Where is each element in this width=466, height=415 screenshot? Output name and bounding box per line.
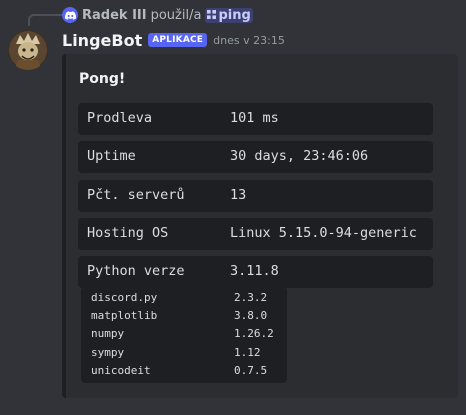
library-version: 3.8.0 — [234, 309, 268, 322]
reply-user-name[interactable]: Radek III — [82, 8, 147, 23]
field-value: 3.11.8 — [230, 263, 279, 279]
field-key: Pčt. serverů — [87, 187, 185, 203]
field-key: Python verze — [87, 263, 185, 279]
embed: Pong! Prodleva 101 ms Uptime 30 days, 23… — [62, 54, 458, 398]
field-key: Prodleva — [87, 110, 153, 126]
field-key: Uptime — [87, 148, 136, 164]
library-version: 2.3.2 — [234, 291, 268, 304]
library-name: sympy — [91, 346, 125, 359]
message-timestamp[interactable]: dnes v 23:15 — [213, 34, 285, 47]
field-value: 101 ms — [230, 110, 279, 126]
discord-logo-icon — [62, 7, 78, 23]
library-name: discord.py — [91, 291, 158, 304]
author-name[interactable]: LingeBot — [62, 31, 142, 50]
field-key: Hosting OS — [87, 225, 169, 241]
reply-action-text: použil/a — [150, 7, 202, 23]
library-name: unicodeit — [91, 364, 151, 377]
code-field: Pčt. serverů 13 — [78, 180, 433, 212]
slash-command-name: ping — [218, 7, 251, 23]
library-name: matplotlib — [91, 309, 158, 322]
reply-spine — [28, 14, 62, 26]
embed-title: Pong! — [79, 71, 126, 87]
code-field: Python verze 3.11.8 — [78, 256, 433, 288]
slash-command-icon — [207, 9, 217, 22]
library-version: 1.12 — [234, 346, 261, 359]
code-field: Uptime 30 days, 23:46:06 — [78, 141, 433, 173]
app-badge: APLIKACE — [148, 33, 208, 47]
reply-context[interactable]: Radek III použil/a ping — [62, 6, 253, 24]
library-version: 0.7.5 — [234, 364, 268, 377]
library-version: 1.26.2 — [234, 327, 274, 340]
slash-command-mention[interactable]: ping — [205, 7, 253, 23]
libraries-code-block: discord.py 2.3.2 matplotlib 3.8.0 numpy … — [81, 287, 287, 383]
field-value: 30 days, 23:46:06 — [230, 148, 369, 164]
discord-message: Radek III použil/a ping LingeBot APLIKAC… — [0, 0, 466, 415]
code-field: Hosting OS Linux 5.15.0-94-generic — [78, 218, 433, 250]
message-header: LingeBot APLIKACE dnes v 23:15 — [62, 29, 285, 51]
code-field: Prodleva 101 ms — [78, 103, 433, 135]
field-value: 13 — [230, 187, 247, 203]
bot-avatar[interactable] — [8, 30, 48, 70]
library-name: numpy — [91, 327, 125, 340]
field-value: Linux 5.15.0-94-generic — [230, 225, 417, 241]
